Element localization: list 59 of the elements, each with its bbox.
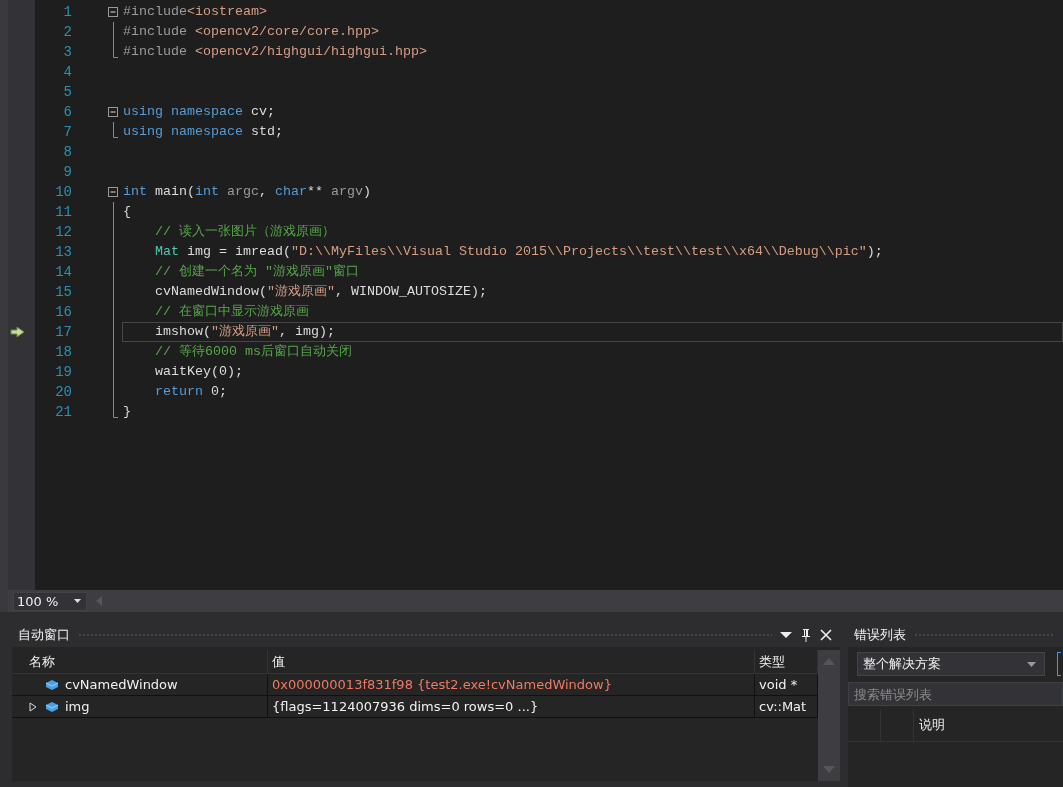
line-number: 16 [54, 303, 72, 322]
line-number: 14 [54, 263, 72, 282]
column-header[interactable]: 说明 [914, 709, 945, 741]
scope-dropdown[interactable]: 整个解决方案 [857, 652, 1045, 676]
code-line: { [122, 203, 132, 221]
code-line: #include <opencv2/highgui/highgui.hpp> [122, 43, 428, 61]
code-line: #include <opencv2/core/core.hpp> [122, 23, 380, 41]
toolbar-button[interactable] [1057, 652, 1061, 676]
line-number: 8 [62, 143, 72, 162]
current-statement-icon [9, 326, 26, 338]
code-line: Mat img = imread("D:\\MyFiles\\Visual Studio 2015\\Projects\\test\\test\\x64\\Debug\\pic"); [154, 243, 884, 261]
line-number: 10 [54, 183, 72, 202]
panel-title: 错误列表 [854, 626, 906, 644]
code-line: // 等待6000 ms后窗口自动关闭 [154, 343, 353, 361]
line-number: 19 [54, 363, 72, 382]
expand-icon[interactable] [29, 701, 37, 712]
code-line: return 0; [154, 383, 228, 401]
line-number: 12 [54, 223, 72, 242]
column-header[interactable]: 名称 [25, 650, 268, 673]
value-cell: {flags=1124007936 dims=0 rows=0 ...} [268, 696, 755, 717]
code-line: } [122, 403, 132, 421]
line-number: 9 [62, 163, 72, 182]
dropdown-icon[interactable] [780, 631, 792, 639]
line-number: 20 [54, 383, 72, 402]
variable-icon [45, 678, 59, 691]
variable-name: cvNamedWindow [65, 676, 178, 694]
close-icon[interactable] [820, 629, 832, 641]
line-number: 11 [54, 203, 72, 222]
pin-icon[interactable] [800, 628, 812, 642]
code-line: // 在窗口中显示游戏原画 [154, 303, 310, 321]
code-line: using namespace cv; [122, 103, 276, 121]
line-number: 3 [62, 43, 72, 62]
value-cell: 0x000000013f831f98 {test2.exe!cvNamedWindow} [268, 674, 755, 695]
code-line: using namespace std; [122, 123, 284, 141]
line-number: 6 [62, 103, 72, 122]
line-number: 4 [62, 63, 72, 82]
variable-icon [45, 700, 59, 713]
variable-name: img [65, 698, 90, 716]
code-line: // 读入一张图片（游戏原画） [154, 223, 336, 241]
line-number: 18 [54, 343, 72, 362]
line-number: 5 [62, 83, 72, 102]
line-number: 17 [54, 323, 72, 342]
search-field[interactable]: 搜索错误列表 [848, 682, 1063, 706]
column-header[interactable]: 值 [268, 650, 755, 673]
caret-icon [74, 599, 81, 603]
line-number: 2 [62, 23, 72, 42]
code-line: cvNamedWindow("游戏原画", WINDOW_AUTOSIZE); [154, 283, 488, 301]
code-line: #include<iostream> [122, 3, 268, 21]
zoom-dropdown[interactable]: 100 % [13, 591, 87, 611]
code-line: int main(int argc, char** argv) [122, 183, 372, 201]
line-number: 7 [62, 123, 72, 142]
line-number: 15 [54, 283, 72, 302]
line-number: 13 [54, 243, 72, 262]
caret-icon [1027, 661, 1036, 667]
line-number: 21 [54, 403, 72, 422]
code-line: waitKey(0); [154, 363, 244, 381]
line-number: 1 [62, 3, 72, 22]
panel-title: 自动窗口 [18, 626, 70, 644]
code-line: // 创建一个名为 "游戏原画"窗口 [154, 263, 360, 281]
